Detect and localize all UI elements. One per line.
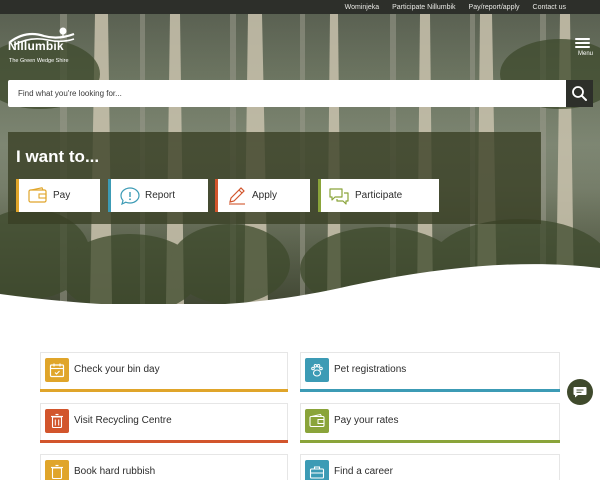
briefcase-icon [305,460,329,480]
action-participate-button[interactable]: Participate [318,179,439,212]
quick-link-label: Check your bin day [74,364,160,375]
bin-icon [45,460,69,480]
quick-link-label: Pay your rates [334,415,399,426]
logo-name: Nillumbik [8,39,64,53]
logo-tagline: The Green Wedge Shire [9,58,69,64]
hamburger-icon-bar [575,46,590,48]
menu-label: Menu [577,51,593,57]
hamburger-icon-bar [575,42,590,44]
chat-icon [573,387,587,398]
wallet-icon [28,187,47,203]
quick-link-label: Book hard rubbish [74,466,156,477]
action-apply-label: Apply [252,190,278,201]
quick-link-accent [40,440,288,443]
search-icon [572,86,587,101]
utility-link-wominjeka[interactable]: Wominjeka [345,4,380,11]
action-apply-button[interactable]: Apply [215,179,310,212]
i-want-to-heading: I want to... [16,147,100,166]
action-participate-label: Participate [355,190,403,201]
chat-bubbles-icon [329,188,349,205]
utility-bar: Wominjeka Participate Nillumbik Pay/repo… [0,0,600,14]
action-pay-button[interactable]: Pay [16,179,100,212]
quick-link-accent [40,389,288,392]
search-bar [8,80,593,107]
quick-link-pay-rates[interactable]: Pay your rates [300,403,560,443]
quick-link-hard-rubbish[interactable]: Book hard rubbish [40,454,288,480]
action-report-label: Report [145,190,176,201]
search-input[interactable] [8,80,565,107]
page: Wominjeka Participate Nillumbik Pay/repo… [0,0,600,480]
action-pay-label: Pay [53,190,71,201]
utility-link-participate[interactable]: Participate Nillumbik [392,4,455,11]
quick-link-label: Pet registrations [334,364,407,375]
pencil-icon [229,187,245,205]
quick-link-label: Visit Recycling Centre [74,415,172,426]
search-button[interactable] [566,80,593,107]
utility-link-contact[interactable]: Contact us [533,4,566,11]
bin-icon [45,409,69,433]
quick-link-accent [300,440,560,443]
wallet-icon [305,409,329,433]
quick-link-find-career[interactable]: Find a career [300,454,560,480]
chat-button[interactable] [567,379,593,405]
utility-nav: Wominjeka Participate Nillumbik Pay/repo… [345,0,566,14]
paw-icon [305,358,329,382]
calendar-icon [45,358,69,382]
quick-link-accent [300,389,560,392]
action-report-button[interactable]: Report [108,179,208,212]
quick-link-recycling-centre[interactable]: Visit Recycling Centre [40,403,288,443]
quick-link-label: Find a career [334,466,393,477]
quick-link-pet-registrations[interactable]: Pet registrations [300,352,560,392]
quick-link-bin-day[interactable]: Check your bin day [40,352,288,392]
speech-info-icon [120,187,140,205]
hamburger-icon [575,38,590,40]
wave-divider [0,264,600,320]
utility-link-pay-report-apply[interactable]: Pay/report/apply [469,4,520,11]
